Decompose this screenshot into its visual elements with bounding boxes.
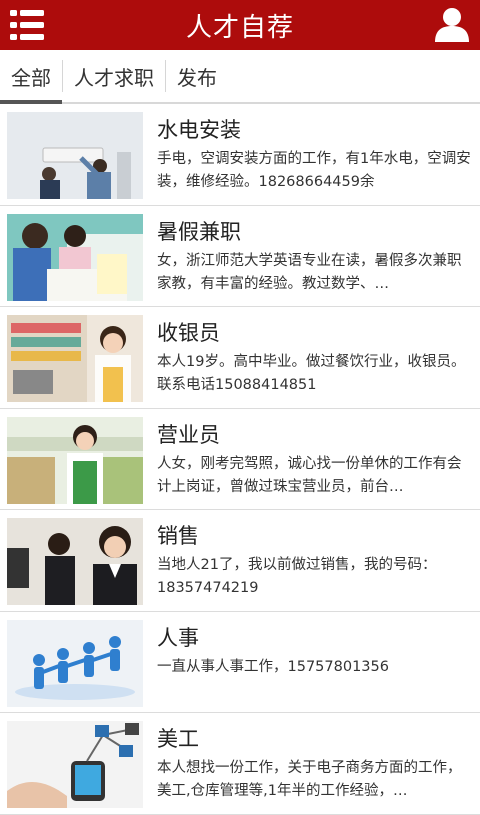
- app-header: 人才自荐: [0, 0, 480, 50]
- item-title: 美工: [157, 727, 199, 751]
- item-thumbnail: [7, 416, 143, 504]
- item-description: 手电，空调安装方面的工作，有1年水电，空调安装，维修经验。18268664459…: [157, 151, 471, 190]
- item-title: 暑假兼职: [157, 219, 241, 244]
- item-description: 一直从事人事工作，15757801356: [157, 658, 389, 675]
- talent-list: 水电安装 手电，空调安装方面的工作，有1年水电，空调安装，维修经验。182686…: [0, 104, 480, 815]
- item-thumbnail: [7, 721, 143, 808]
- list-item[interactable]: 收银员 本人19岁。高中毕业。做过餐饮行业，收银员。联系电话1508841485…: [0, 307, 480, 409]
- tab-job-seeking[interactable]: 人才求职: [63, 50, 165, 102]
- list-item[interactable]: 销售 当地人21了，我以前做过销售，我的号码：18357474219: [0, 510, 480, 612]
- item-title: 收银员: [157, 321, 220, 345]
- tab-label: 发布: [177, 65, 217, 90]
- item-thumbnail: [7, 315, 143, 402]
- item-thumbnail: [7, 213, 143, 301]
- item-description: 本人19岁。高中毕业。做过餐饮行业，收银员。联系电话15088414851: [157, 354, 466, 393]
- item-title: 营业员: [157, 422, 220, 447]
- tab-label: 人才求职: [74, 65, 154, 90]
- item-thumbnail: [7, 619, 143, 707]
- tab-all[interactable]: 全部: [0, 50, 62, 104]
- list-item[interactable]: 人事 一直从事人事工作，15757801356: [0, 612, 480, 713]
- item-description: 当地人21了，我以前做过销售，我的号码：18357474219: [157, 557, 437, 596]
- item-description: 本人想找一份工作，关于电子商务方面的工作，美工,仓库管理等,1年半的工作经验，…: [157, 760, 462, 799]
- page-title: 人才自荐: [185, 12, 294, 43]
- user-icon[interactable]: [432, 5, 472, 45]
- tab-label: 全部: [11, 65, 51, 90]
- item-description: 女，浙江师范大学英语专业在读，暑假多次兼职家教，有丰富的经验。教过数学、…: [157, 252, 462, 292]
- item-title: 销售: [157, 524, 199, 548]
- list-menu-icon[interactable]: [8, 7, 46, 43]
- list-item[interactable]: 美工 本人想找一份工作，关于电子商务方面的工作，美工,仓库管理等,1年半的工作经…: [0, 713, 480, 815]
- list-item[interactable]: 营业员 人女，刚考完驾照，诚心找一份单休的工作有会计上岗证，曾做过珠宝营业员，前…: [0, 409, 480, 510]
- list-item[interactable]: 暑假兼职 女，浙江师范大学英语专业在读，暑假多次兼职家教，有丰富的经验。教过数学…: [0, 206, 480, 307]
- tab-bar: 全部 人才求职 发布: [0, 50, 480, 104]
- list-item[interactable]: 水电安装 手电，空调安装方面的工作，有1年水电，空调安装，维修经验。182686…: [0, 104, 480, 206]
- item-thumbnail: [7, 112, 143, 199]
- item-title: 人事: [157, 625, 199, 650]
- item-title: 水电安装: [157, 118, 241, 142]
- item-description: 人女，刚考完驾照，诚心找一份单休的工作有会计上岗证，曾做过珠宝营业员，前台…: [157, 455, 462, 495]
- item-thumbnail: [7, 518, 143, 605]
- tab-publish[interactable]: 发布: [166, 50, 228, 102]
